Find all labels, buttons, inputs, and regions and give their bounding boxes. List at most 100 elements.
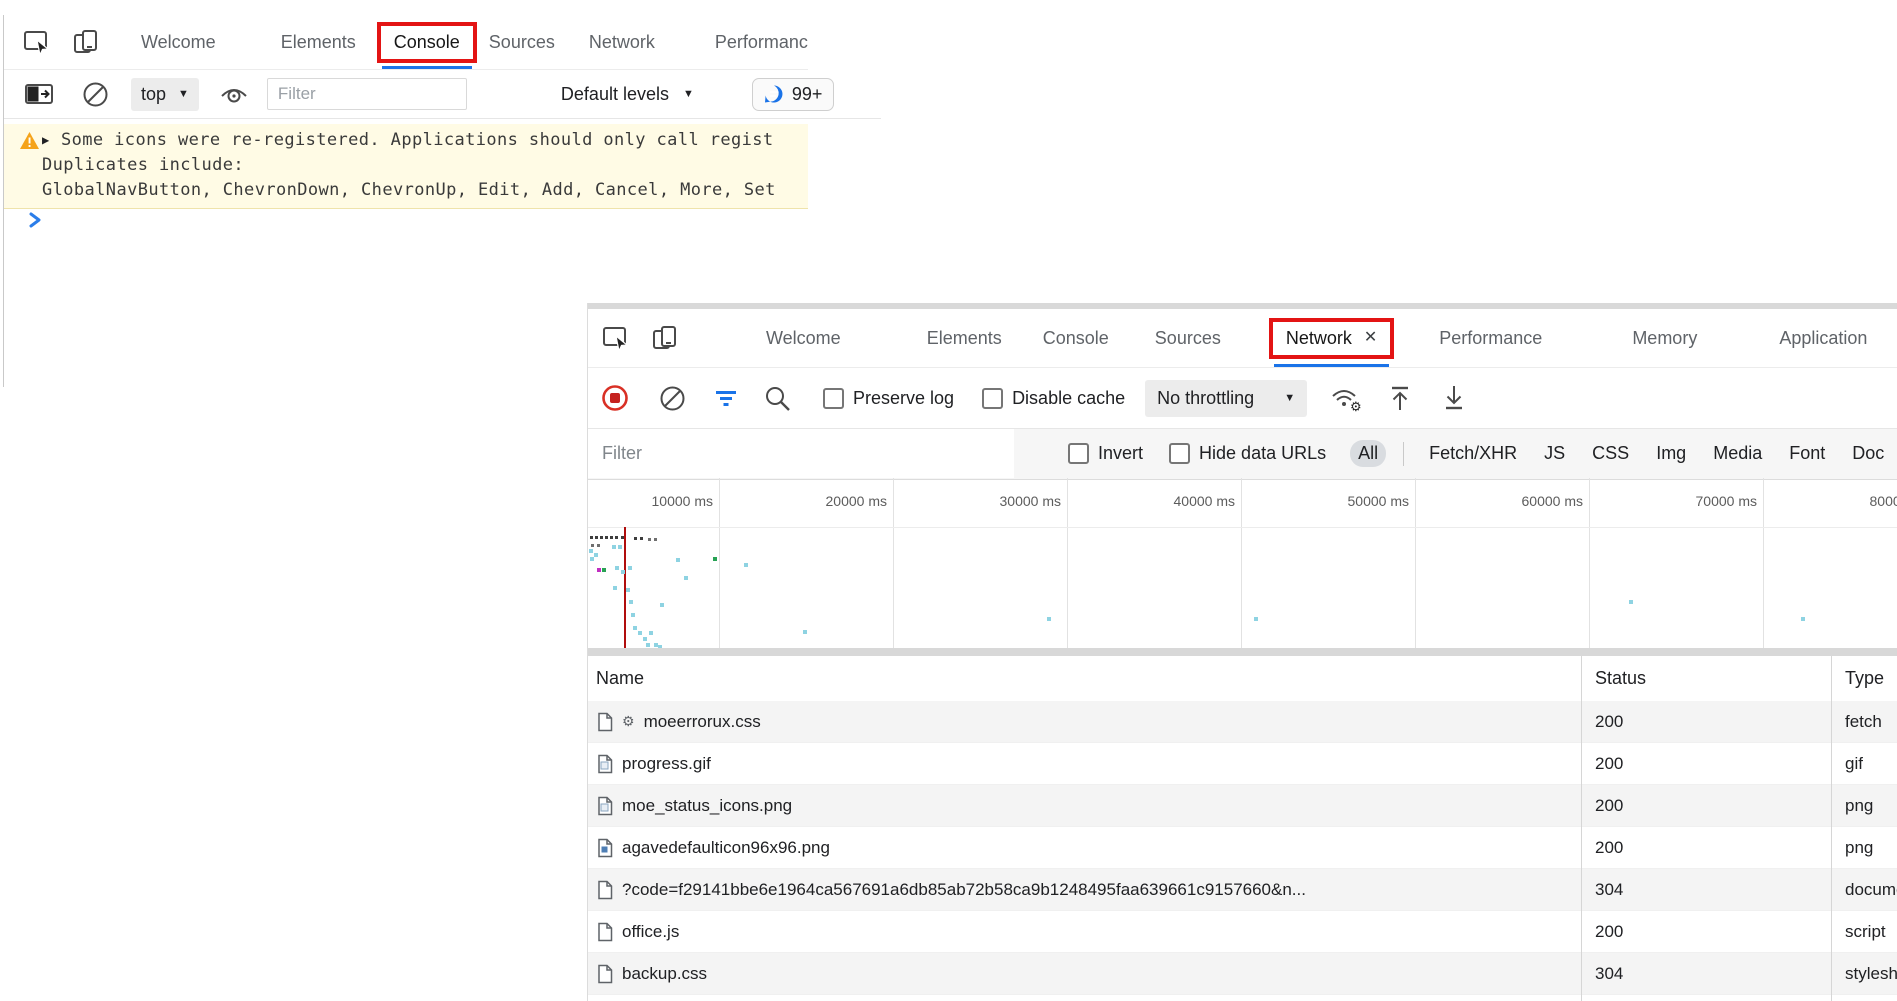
tab-application[interactable]: Application: [1779, 328, 1867, 349]
log-levels-dropdown[interactable]: Default levels ▼: [561, 84, 694, 105]
request-status: 200: [1581, 838, 1831, 858]
request-status: 304: [1581, 964, 1831, 984]
hide-data-urls-checkbox[interactable]: [1169, 443, 1190, 464]
column-divider[interactable]: [1581, 656, 1582, 1001]
table-row[interactable]: ⚙moeerrorux.css200fetch: [588, 701, 1897, 743]
tab-welcome[interactable]: Welcome: [141, 32, 216, 53]
column-header-name[interactable]: Name: [588, 668, 1581, 689]
timeline-tick-label: 80000 ms: [1821, 493, 1897, 509]
type-filter-img[interactable]: Img: [1648, 440, 1694, 467]
column-header-status[interactable]: Status: [1581, 668, 1831, 689]
tab-network[interactable]: Network: [1286, 328, 1352, 349]
tab-performance[interactable]: Performance: [715, 32, 808, 53]
warning-line-2: Duplicates include:: [42, 155, 244, 175]
timeline-tick-label: 50000 ms: [1299, 493, 1409, 509]
table-row[interactable]: backup.css304stylesheet: [588, 953, 1897, 995]
request-name: ?code=f29141bbe6e1964ca567691a6db85ab72b…: [622, 880, 1306, 900]
console-sidebar-icon[interactable]: [24, 82, 54, 106]
table-row[interactable]: ?code=f29141bbe6e1964ca567691a6db85ab72b…: [588, 869, 1897, 911]
request-dot: [713, 557, 717, 561]
tab-console[interactable]: Console: [1043, 328, 1109, 349]
request-dot: [612, 545, 616, 549]
type-filter-js[interactable]: JS: [1536, 440, 1573, 467]
request-name: moe_status_icons.png: [622, 796, 792, 816]
throttling-dropdown[interactable]: No throttling ▼: [1145, 380, 1307, 417]
request-dot: [638, 631, 642, 635]
tab-elements[interactable]: Elements: [281, 32, 356, 53]
expand-arrow-icon[interactable]: ▶: [42, 133, 50, 147]
context-selector[interactable]: top ▼: [131, 78, 199, 111]
request-dot: [597, 568, 601, 572]
file-icon: [597, 796, 613, 816]
issues-counter[interactable]: 99+: [752, 78, 835, 111]
request-dot: [676, 558, 680, 562]
request-status: 304: [1581, 880, 1831, 900]
request-name-cell: backup.css: [588, 964, 1581, 984]
tab-sources[interactable]: Sources: [489, 32, 555, 53]
table-row[interactable]: office.js200script: [588, 911, 1897, 953]
type-filter-font[interactable]: Font: [1781, 440, 1833, 467]
tab-elements[interactable]: Elements: [927, 328, 1002, 349]
column-divider[interactable]: [1831, 656, 1832, 1001]
clear-network-log-icon[interactable]: [659, 385, 686, 412]
request-type: stylesheet: [1831, 964, 1897, 984]
filter-icon[interactable]: [714, 388, 738, 408]
device-toolbar-icon[interactable]: [651, 324, 681, 352]
inspect-element-icon[interactable]: [22, 28, 52, 56]
tab-network[interactable]: Network: [589, 32, 655, 53]
type-filter-all[interactable]: All: [1350, 440, 1386, 467]
console-filter-input[interactable]: [267, 78, 467, 110]
console-prompt-icon[interactable]: [28, 211, 42, 234]
request-dot: [613, 586, 617, 590]
record-network-log-icon[interactable]: [601, 384, 629, 412]
clear-console-icon[interactable]: [82, 81, 109, 108]
network-conditions-icon[interactable]: ⚙: [1329, 384, 1363, 412]
file-icon: [597, 922, 613, 942]
tab-welcome[interactable]: Welcome: [766, 328, 841, 349]
request-dot: [803, 630, 807, 634]
type-filter-css[interactable]: CSS: [1584, 440, 1637, 467]
disable-cache-checkbox[interactable]: [982, 388, 1003, 409]
network-toolbar: Preserve log Disable cache No throttling…: [588, 368, 1897, 429]
live-expression-icon[interactable]: [219, 83, 249, 105]
request-dot: [589, 549, 593, 553]
tab-console[interactable]: Console: [394, 32, 460, 53]
log-levels-label: Default levels: [561, 84, 669, 105]
request-status: 200: [1581, 754, 1831, 774]
request-dot: [1047, 617, 1051, 621]
inspect-element-icon[interactable]: [601, 324, 631, 352]
type-filter-media[interactable]: Media: [1705, 440, 1770, 467]
type-filter-doc[interactable]: Doc: [1844, 440, 1892, 467]
request-type: script: [1831, 922, 1897, 942]
network-filter-input[interactable]: [588, 429, 1014, 478]
preserve-log-checkbox[interactable]: [823, 388, 844, 409]
request-name-cell: office.js: [588, 922, 1581, 942]
table-row[interactable]: agavedefaulticon96x96.png200png: [588, 827, 1897, 869]
tab-performance[interactable]: Performance: [1439, 328, 1542, 349]
column-header-type[interactable]: Type: [1831, 668, 1897, 689]
preserve-log-label: Preserve log: [853, 388, 954, 409]
file-icon: [597, 880, 613, 900]
warning-line-1: Some icons were re-registered. Applicati…: [61, 130, 774, 150]
tab-memory[interactable]: Memory: [1632, 328, 1697, 349]
search-icon[interactable]: [764, 385, 791, 412]
invert-checkbox[interactable]: [1068, 443, 1089, 464]
import-har-icon[interactable]: [1387, 384, 1413, 412]
request-dot: [640, 537, 643, 540]
table-row[interactable]: moe_status_icons.png200png: [588, 785, 1897, 827]
table-row[interactable]: progress.gif200gif: [588, 743, 1897, 785]
type-filter-fetch-xhr[interactable]: Fetch/XHR: [1421, 440, 1525, 467]
network-overview-chart[interactable]: [588, 527, 1897, 648]
file-icon: [597, 964, 613, 984]
request-dot: [615, 566, 619, 570]
network-filter-bar: Invert Hide data URLs AllFetch/XHRJSCSSI…: [588, 429, 1897, 480]
warning-icon: [19, 131, 40, 155]
table-row[interactable]: [588, 995, 1897, 1001]
request-dot: [1629, 600, 1633, 604]
console-warning-message[interactable]: ▶ Some icons were re-registered. Applica…: [4, 124, 808, 209]
request-name-cell: moe_status_icons.png: [588, 796, 1581, 816]
device-toolbar-icon[interactable]: [72, 28, 102, 56]
export-har-icon[interactable]: [1441, 384, 1467, 412]
close-icon[interactable]: ✕: [1364, 330, 1377, 346]
tab-sources[interactable]: Sources: [1155, 328, 1221, 349]
